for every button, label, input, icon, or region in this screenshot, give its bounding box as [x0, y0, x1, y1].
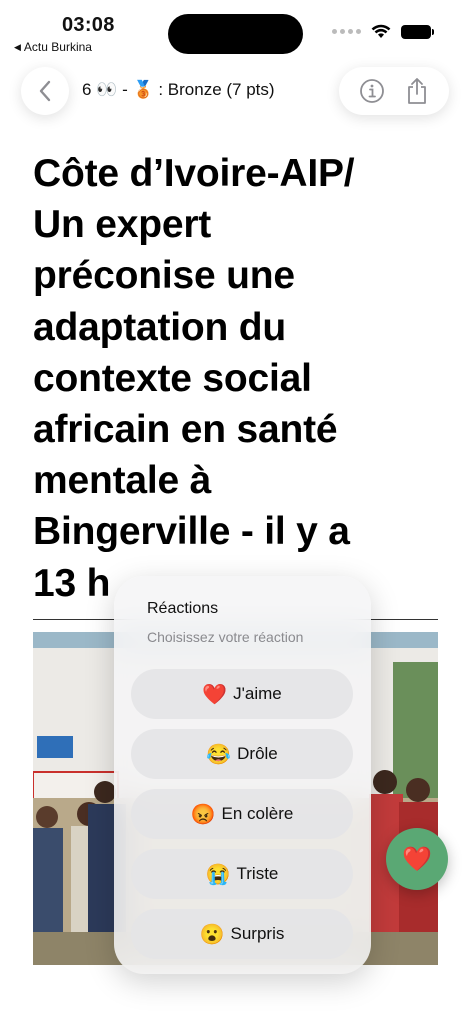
headline-line: Côte d’Ivoire-AIP/	[33, 152, 355, 195]
headline-line: mentale à	[33, 459, 212, 503]
reaction-label: En colère	[221, 804, 294, 823]
reaction-label: Surpris	[230, 924, 285, 943]
page-title: 6 👀 - 🥉 : Bronze (7 pts)	[82, 80, 275, 99]
angry-face-icon: 😡	[190, 803, 216, 826]
headline-line: préconise une	[33, 254, 295, 298]
reaction-angry-button[interactable]: 😡 En colère	[131, 789, 353, 839]
signal-icon	[332, 29, 361, 34]
share-button[interactable]	[402, 76, 432, 106]
laughing-face-icon: 😂	[206, 743, 232, 766]
surprised-face-icon: 😮	[199, 923, 225, 946]
reaction-label: Drôle	[237, 744, 278, 763]
headline-line: adaptation du	[33, 305, 287, 349]
article-headline: Côte d’Ivoire-AIP/ Un expert préconise u…	[33, 148, 403, 609]
reaction-label: J'aime	[233, 684, 282, 703]
reactions-title: Réactions	[147, 600, 219, 617]
back-button[interactable]	[21, 67, 69, 115]
heart-icon: ❤️	[402, 845, 432, 873]
reaction-surprised-button[interactable]: 😮 Surpris	[131, 909, 353, 959]
share-icon	[407, 78, 426, 104]
back-app-label: Actu Burkina	[23, 40, 92, 54]
reaction-label: Triste	[236, 864, 279, 883]
crying-face-icon: 😭	[205, 863, 231, 886]
headline-line: africain en santé	[33, 408, 338, 452]
reactions-subtitle: Choisissez votre réaction	[147, 629, 304, 645]
info-button[interactable]	[357, 76, 387, 106]
reactions-sheet: Réactions Choisissez votre réaction ❤️ J…	[114, 576, 371, 974]
nav-actions	[339, 67, 449, 115]
headline-line: Un expert	[33, 203, 212, 247]
wifi-icon	[371, 24, 391, 38]
reaction-like-button[interactable]: ❤️ J'aime	[131, 669, 353, 719]
reaction-funny-button[interactable]: 😂 Drôle	[131, 729, 353, 779]
screen: 03:08 ◀ Actu Burkina 6 👀 - 🥉 : Bronze (7…	[0, 0, 471, 1024]
status-icons	[332, 24, 434, 39]
info-icon	[359, 79, 384, 103]
heart-icon: ❤️	[202, 683, 228, 706]
battery-icon	[401, 24, 434, 39]
reaction-sad-button[interactable]: 😭 Triste	[131, 849, 353, 899]
back-to-app-link[interactable]: ◀ Actu Burkina	[14, 40, 92, 54]
headline-line: Bingerville - il y a	[33, 510, 350, 554]
dynamic-island	[168, 14, 303, 54]
back-triangle-icon: ◀	[14, 41, 21, 52]
reaction-fab-button[interactable]: ❤️	[386, 828, 448, 890]
chevron-left-icon	[39, 80, 51, 102]
headline-line: contexte social	[33, 356, 312, 400]
status-time: 03:08	[62, 14, 115, 36]
